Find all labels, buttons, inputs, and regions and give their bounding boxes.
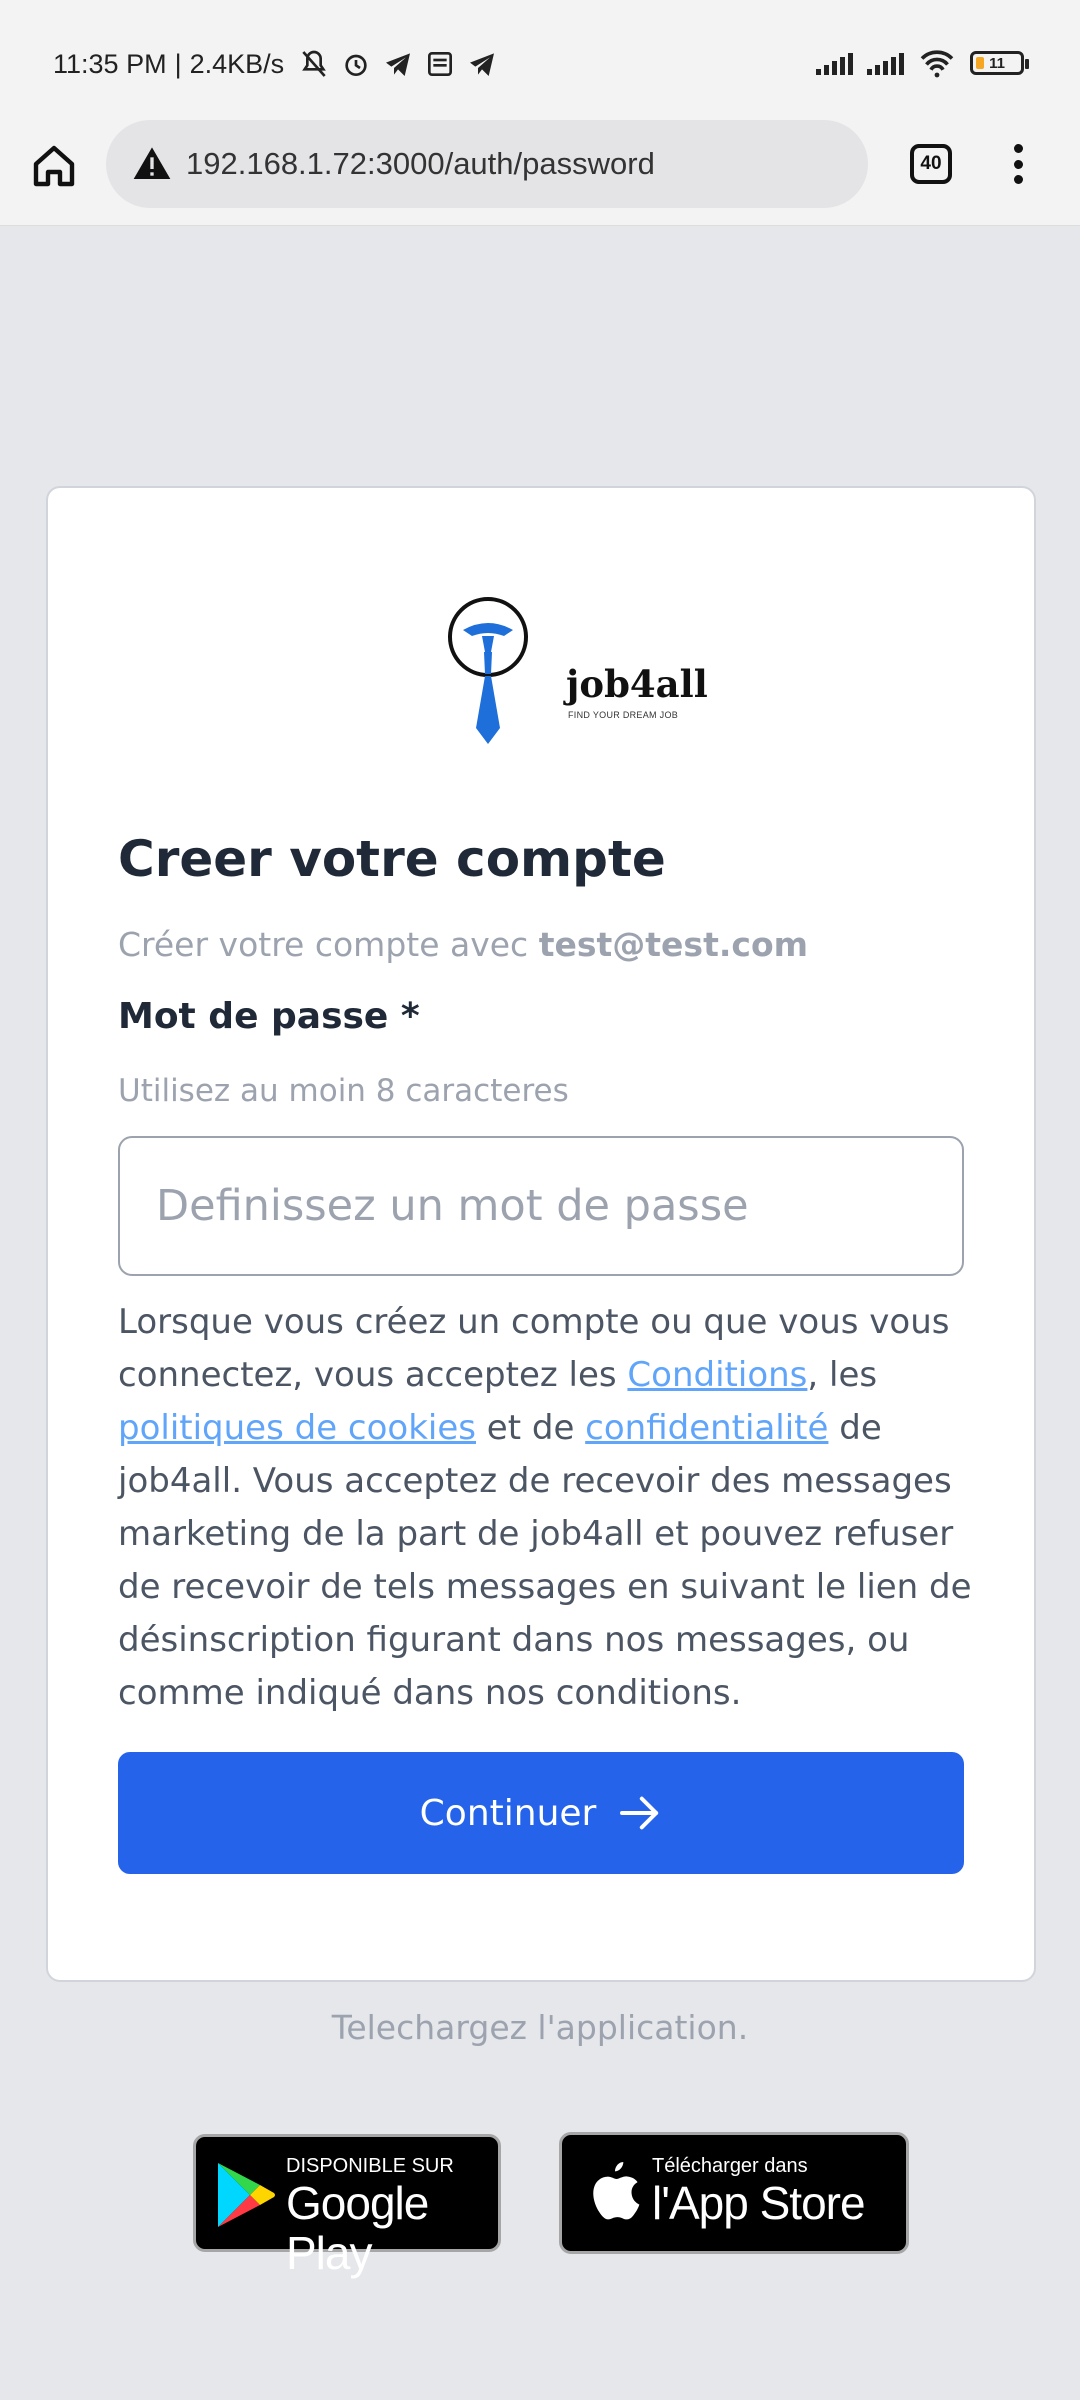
google-play-small: DISPONIBLE SUR — [286, 2155, 454, 2177]
arrow-right-icon — [620, 1796, 659, 1830]
user-email: test@test.com — [538, 925, 809, 964]
battery-icon: 11 — [970, 51, 1029, 75]
terms-text: Lorsque vous créez un compte ou que vous… — [118, 1302, 972, 1713]
telegram-icon-2 — [470, 53, 495, 76]
continue-button[interactable]: Continuer — [118, 1752, 964, 1874]
logo-text: job4all — [566, 662, 708, 706]
status-left: 11:35 PM | 2.4KB/s — [53, 48, 498, 80]
address-bar[interactable]: 192.168.1.72:3000/auth/password — [106, 120, 868, 208]
app-store-big: l'App Store — [652, 2177, 866, 2229]
browser-toolbar: 192.168.1.72:3000/auth/password 40 — [0, 120, 1080, 226]
url-text[interactable]: 192.168.1.72:3000/auth/password — [186, 146, 655, 182]
password-input[interactable] — [118, 1136, 964, 1276]
subtitle: Créer votre compte avec test@test.com — [118, 925, 808, 964]
logo-tagline: FIND YOUR DREAM JOB — [568, 710, 679, 720]
battery-level: 11 — [989, 54, 1005, 72]
status-bar: 11:35 PM | 2.4KB/s 11 — [0, 0, 1080, 120]
alarm-icon — [345, 54, 367, 76]
tab-switcher-button[interactable]: 40 — [910, 144, 952, 184]
logo-mark-icon — [448, 597, 528, 744]
password-label: Mot de passe * — [118, 996, 420, 1037]
google-play-big: Google Play — [286, 2177, 429, 2279]
continue-label: Continuer — [419, 1792, 597, 1834]
wifi-icon — [920, 50, 954, 78]
news-icon — [428, 52, 453, 76]
app-store-small: Télécharger dans — [652, 2155, 808, 2177]
mute-icon — [302, 50, 326, 77]
apple-icon — [593, 2162, 640, 2220]
status-speed: 2.4KB/s — [189, 48, 285, 79]
notification-icons — [298, 48, 498, 80]
subtitle-prefix: Créer votre compte avec — [118, 925, 529, 964]
app-store-button[interactable]: Télécharger dans l'App Store — [559, 2132, 909, 2254]
status-time: 11:35 PM — [53, 48, 167, 79]
more-menu-icon[interactable] — [1000, 140, 1036, 188]
job4all-logo: job4all FIND YOUR DREAM JOB — [448, 596, 708, 746]
conditions-link[interactable]: Conditions — [627, 1355, 807, 1395]
page-title: Creer votre compte — [118, 830, 666, 888]
cookies-policy-link[interactable]: politiques de cookies — [118, 1408, 476, 1448]
google-play-icon — [218, 2163, 275, 2227]
privacy-link[interactable]: confidentialité — [585, 1408, 828, 1448]
telegram-icon — [386, 53, 411, 76]
download-app-text: Telechargez l'application. — [331, 2008, 749, 2047]
password-hint: Utilisez au moin 8 caracteres — [118, 1073, 569, 1109]
home-icon[interactable] — [30, 142, 78, 190]
status-right: 11 — [816, 48, 1029, 78]
signal-icon — [816, 51, 853, 75]
signup-card: job4all FIND YOUR DREAM JOB Creer votre … — [46, 486, 1036, 1982]
warning-icon[interactable] — [132, 144, 172, 184]
signal-icon-2 — [867, 51, 904, 75]
google-play-button[interactable]: DISPONIBLE SUR Google Play — [193, 2134, 501, 2278]
